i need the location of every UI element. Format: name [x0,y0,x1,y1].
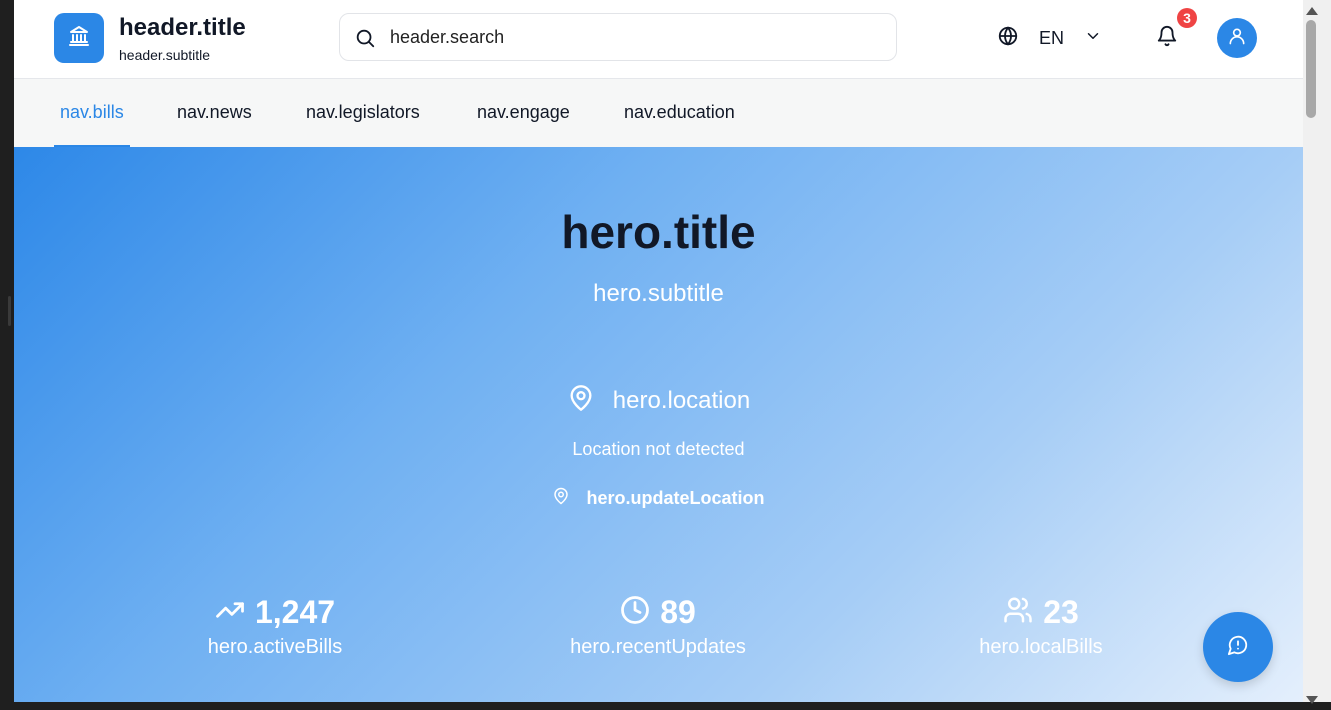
app-header: header.title header.subtitle EN [14,0,1303,79]
clock-icon [620,595,650,630]
language-label: EN [1039,27,1065,48]
app-title-block: header.title header.subtitle [119,14,246,63]
resize-grip[interactable] [8,296,11,326]
stat-local-bills: 23 hero.localBills [891,594,1191,659]
stat-recent-updates: 89 hero.recentUpdates [508,594,808,659]
landmark-icon [67,24,91,53]
tab-news[interactable]: nav.news [171,79,258,145]
stat-label: hero.recentUpdates [570,636,746,658]
location-label: hero.location [612,386,751,414]
search-icon [354,27,376,54]
map-pin-icon [567,384,595,417]
search-input[interactable] [390,24,870,50]
app-title: header.title [119,14,246,41]
stat-value: 1,247 [254,593,336,630]
location-row: hero.location [14,384,1303,417]
chat-help-button[interactable] [1203,612,1273,682]
tab-engage[interactable]: nav.engage [471,79,576,145]
bell-icon[interactable] [1156,24,1180,52]
globe-icon [997,25,1019,52]
stat-value: 89 [660,593,696,630]
map-pin-icon [552,487,570,510]
search-box [339,13,897,61]
hero-title: hero.title [561,206,756,258]
language-selector[interactable]: EN [997,25,1102,51]
update-location-button[interactable]: hero.updateLocation [14,487,1303,510]
logo[interactable] [54,13,104,63]
user-icon [1227,26,1247,51]
users-icon [1003,595,1033,630]
update-location-label: hero.updateLocation [586,488,765,508]
app-subtitle: header.subtitle [119,47,211,63]
avatar[interactable] [1217,18,1257,58]
chat-alert-icon [1227,634,1249,661]
scroll-up-arrow-icon[interactable] [1305,3,1319,15]
notification-badge: 3 [1177,8,1197,28]
stat-value: 23 [1043,593,1079,630]
hero-subtitle: hero.subtitle [593,280,724,307]
stat-label: hero.activeBills [207,636,343,658]
scroll-down-arrow-icon[interactable] [1305,692,1319,704]
tab-legislators[interactable]: nav.legislators [300,79,426,145]
stat-label: hero.localBills [979,636,1103,658]
location-status: Location not detected [572,439,745,459]
window-left-edge [0,0,14,702]
hero-section: hero.title hero.subtitle hero.location L… [14,147,1303,702]
chevron-down-icon [1084,27,1102,50]
tab-bills[interactable]: nav.bills [54,79,130,147]
trending-up-icon [215,595,245,630]
main-nav: nav.bills nav.news nav.legislators nav.e… [14,79,1303,147]
scrollbar-thumb[interactable] [1306,20,1316,118]
app-window: header.title header.subtitle EN [14,0,1303,702]
tab-education[interactable]: nav.education [618,79,741,145]
stat-active-bills: 1,247 hero.activeBills [125,594,425,659]
